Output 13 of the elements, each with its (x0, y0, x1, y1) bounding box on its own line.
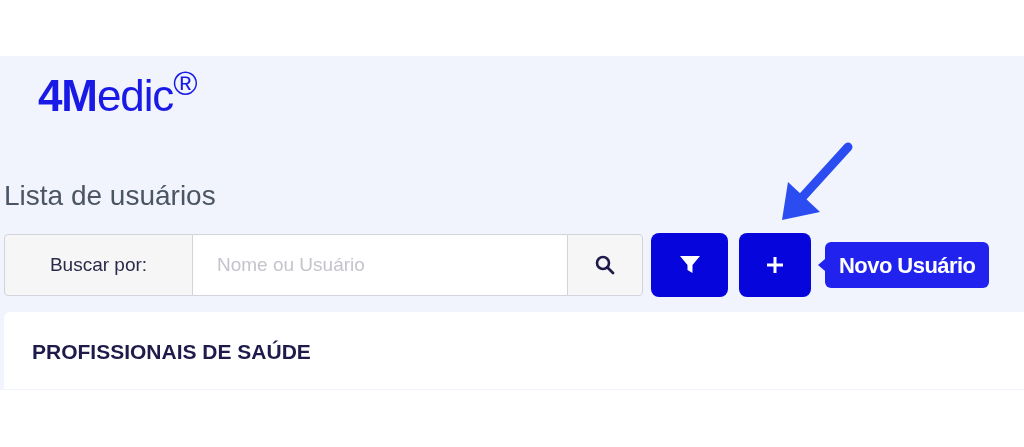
logo: 4Medic$^{®}$ (38, 72, 197, 120)
tooltip: Novo Usuário (825, 242, 990, 288)
page-title: Lista de usuários (4, 179, 216, 213)
search-label: Buscar por: (4, 234, 193, 296)
section-heading: PROFISSIONAIS DE SAÚDE (32, 339, 311, 365)
search-button[interactable] (567, 234, 643, 296)
plus-icon (766, 256, 784, 274)
search-icon (595, 255, 615, 275)
tooltip-pointer-icon (818, 259, 825, 271)
filter-button[interactable] (651, 233, 728, 297)
search-field[interactable]: Nome ou Usuário (193, 234, 567, 296)
filter-icon (678, 255, 701, 275)
add-button[interactable] (739, 233, 811, 297)
